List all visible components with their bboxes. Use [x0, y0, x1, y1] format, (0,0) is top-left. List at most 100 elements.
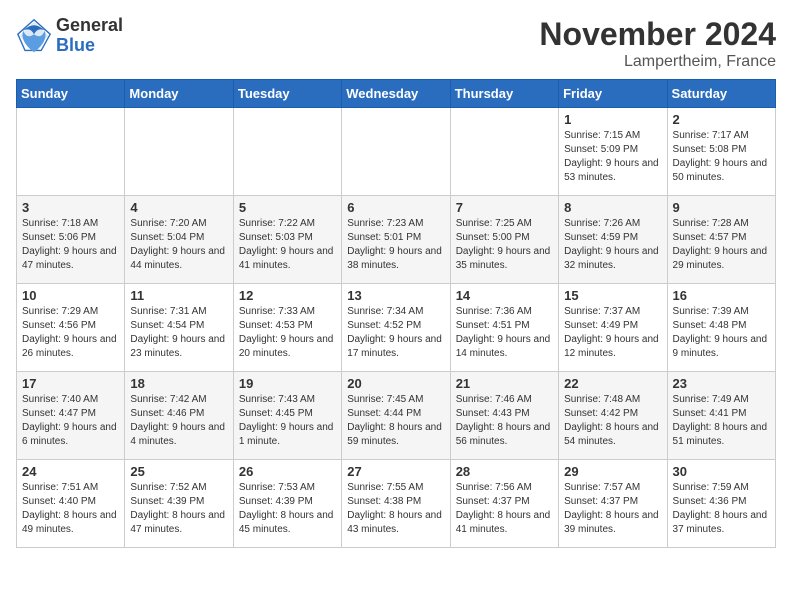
day-number: 27	[347, 464, 444, 479]
day-number: 5	[239, 200, 336, 215]
calendar-cell: 20 Sunrise: 7:45 AM Sunset: 4:44 PM Dayli…	[342, 372, 450, 460]
week-row-1: 1Sunrise: 7:15 AM Sunset: 5:09 PM Daylig…	[17, 108, 776, 196]
day-info: Sunrise: 7:49 AM Sunset: 4:41 PM Dayligh…	[673, 393, 770, 449]
day-number: 25	[130, 464, 227, 479]
calendar-cell: 4Sunrise: 7:20 AM Sunset: 5:04 PM Daylig…	[125, 196, 233, 284]
calendar-cell: 17 Sunrise: 7:40 AM Sunset: 4:47 PM Dayli…	[17, 372, 125, 460]
calendar-cell: 24Sunrise: 7:51 AM Sunset: 4:40 PM Dayli…	[17, 460, 125, 548]
calendar-cell: 11Sunrise: 7:31 AM Sunset: 4:54 PM Dayli…	[125, 284, 233, 372]
calendar-cell: 8Sunrise: 7:26 AM Sunset: 4:59 PM Daylig…	[559, 196, 667, 284]
day-info: Sunrise: 7:53 AM Sunset: 4:39 PM Dayligh…	[239, 481, 336, 537]
day-info: Sunrise: 7:37 AM Sunset: 4:49 PM Dayligh…	[564, 305, 661, 361]
day-number: 13	[347, 288, 444, 303]
logo-blue: Blue	[56, 36, 123, 56]
week-row-2: 3 Sunrise: 7:18 AM Sunset: 5:06 PM Daylig…	[17, 196, 776, 284]
title-block: November 2024 Lampertheim, France	[539, 16, 776, 71]
day-info: Sunrise: 7:56 AM Sunset: 4:37 PM Dayligh…	[456, 481, 553, 537]
day-number: 6	[347, 200, 444, 215]
weekday-header-monday: Monday	[125, 80, 233, 108]
calendar-cell: 9 Sunrise: 7:28 AM Sunset: 4:57 PM Daylig…	[667, 196, 775, 284]
day-info: Sunrise: 7:43 AM Sunset: 4:45 PM Dayligh…	[239, 393, 336, 449]
day-number: 30	[673, 464, 770, 479]
calendar-cell: 21 Sunrise: 7:46 AM Sunset: 4:43 PM Dayli…	[450, 372, 558, 460]
day-info: Sunrise: 7:15 AM Sunset: 5:09 PM Dayligh…	[564, 129, 661, 185]
calendar-cell: 5 Sunrise: 7:22 AM Sunset: 5:03 PM Daylig…	[233, 196, 341, 284]
month-title: November 2024	[539, 16, 776, 53]
calendar-body: 1Sunrise: 7:15 AM Sunset: 5:09 PM Daylig…	[17, 108, 776, 548]
calendar-table: SundayMondayTuesdayWednesdayThursdayFrid…	[16, 79, 776, 548]
weekday-header-tuesday: Tuesday	[233, 80, 341, 108]
calendar-cell: 23 Sunrise: 7:49 AM Sunset: 4:41 PM Dayli…	[667, 372, 775, 460]
day-number: 4	[130, 200, 227, 215]
calendar-cell: 15 Sunrise: 7:37 AM Sunset: 4:49 PM Dayli…	[559, 284, 667, 372]
calendar-cell: 1Sunrise: 7:15 AM Sunset: 5:09 PM Daylig…	[559, 108, 667, 196]
day-number: 26	[239, 464, 336, 479]
weekday-header-saturday: Saturday	[667, 80, 775, 108]
weekday-header-row: SundayMondayTuesdayWednesdayThursdayFrid…	[17, 80, 776, 108]
day-info: Sunrise: 7:28 AM Sunset: 4:57 PM Dayligh…	[673, 217, 770, 273]
day-number: 12	[239, 288, 336, 303]
calendar-cell	[342, 108, 450, 196]
day-number: 7	[456, 200, 553, 215]
calendar-cell: 19 Sunrise: 7:43 AM Sunset: 4:45 PM Dayli…	[233, 372, 341, 460]
calendar-cell: 29 Sunrise: 7:57 AM Sunset: 4:37 PM Dayli…	[559, 460, 667, 548]
day-info: Sunrise: 7:25 AM Sunset: 5:00 PM Dayligh…	[456, 217, 553, 273]
day-number: 17	[22, 376, 119, 391]
day-number: 20	[347, 376, 444, 391]
logo-icon	[16, 18, 52, 54]
page-header: General Blue November 2024 Lampertheim, …	[16, 16, 776, 71]
weekday-header-thursday: Thursday	[450, 80, 558, 108]
day-info: Sunrise: 7:51 AM Sunset: 4:40 PM Dayligh…	[22, 481, 119, 537]
day-info: Sunrise: 7:33 AM Sunset: 4:53 PM Dayligh…	[239, 305, 336, 361]
day-number: 23	[673, 376, 770, 391]
calendar-header: SundayMondayTuesdayWednesdayThursdayFrid…	[17, 80, 776, 108]
day-info: Sunrise: 7:52 AM Sunset: 4:39 PM Dayligh…	[130, 481, 227, 537]
day-info: Sunrise: 7:42 AM Sunset: 4:46 PM Dayligh…	[130, 393, 227, 449]
week-row-5: 24Sunrise: 7:51 AM Sunset: 4:40 PM Dayli…	[17, 460, 776, 548]
day-info: Sunrise: 7:22 AM Sunset: 5:03 PM Dayligh…	[239, 217, 336, 273]
calendar-cell: 28 Sunrise: 7:56 AM Sunset: 4:37 PM Dayli…	[450, 460, 558, 548]
day-info: Sunrise: 7:39 AM Sunset: 4:48 PM Dayligh…	[673, 305, 770, 361]
calendar-cell: 25 Sunrise: 7:52 AM Sunset: 4:39 PM Dayli…	[125, 460, 233, 548]
calendar-cell: 13 Sunrise: 7:34 AM Sunset: 4:52 PM Dayli…	[342, 284, 450, 372]
calendar-cell: 14 Sunrise: 7:36 AM Sunset: 4:51 PM Dayli…	[450, 284, 558, 372]
calendar-cell: 27Sunrise: 7:55 AM Sunset: 4:38 PM Dayli…	[342, 460, 450, 548]
week-row-4: 17 Sunrise: 7:40 AM Sunset: 4:47 PM Dayli…	[17, 372, 776, 460]
calendar-cell: 2Sunrise: 7:17 AM Sunset: 5:08 PM Daylig…	[667, 108, 775, 196]
day-info: Sunrise: 7:18 AM Sunset: 5:06 PM Dayligh…	[22, 217, 119, 273]
calendar-cell: 16 Sunrise: 7:39 AM Sunset: 4:48 PM Dayli…	[667, 284, 775, 372]
calendar-cell	[233, 108, 341, 196]
day-info: Sunrise: 7:40 AM Sunset: 4:47 PM Dayligh…	[22, 393, 119, 449]
day-info: Sunrise: 7:57 AM Sunset: 4:37 PM Dayligh…	[564, 481, 661, 537]
day-number: 19	[239, 376, 336, 391]
day-info: Sunrise: 7:36 AM Sunset: 4:51 PM Dayligh…	[456, 305, 553, 361]
calendar-cell: 30 Sunrise: 7:59 AM Sunset: 4:36 PM Dayli…	[667, 460, 775, 548]
day-info: Sunrise: 7:59 AM Sunset: 4:36 PM Dayligh…	[673, 481, 770, 537]
day-number: 18	[130, 376, 227, 391]
day-info: Sunrise: 7:45 AM Sunset: 4:44 PM Dayligh…	[347, 393, 444, 449]
day-number: 2	[673, 112, 770, 127]
day-number: 21	[456, 376, 553, 391]
location-subtitle: Lampertheim, France	[539, 53, 776, 71]
day-info: Sunrise: 7:23 AM Sunset: 5:01 PM Dayligh…	[347, 217, 444, 273]
calendar-cell: 18 Sunrise: 7:42 AM Sunset: 4:46 PM Dayli…	[125, 372, 233, 460]
day-number: 29	[564, 464, 661, 479]
day-number: 9	[673, 200, 770, 215]
day-info: Sunrise: 7:46 AM Sunset: 4:43 PM Dayligh…	[456, 393, 553, 449]
logo-text: General Blue	[56, 16, 123, 56]
weekday-header-sunday: Sunday	[17, 80, 125, 108]
calendar-cell: 3 Sunrise: 7:18 AM Sunset: 5:06 PM Daylig…	[17, 196, 125, 284]
logo-general: General	[56, 16, 123, 36]
calendar-cell	[17, 108, 125, 196]
day-number: 3	[22, 200, 119, 215]
weekday-header-wednesday: Wednesday	[342, 80, 450, 108]
day-number: 16	[673, 288, 770, 303]
day-number: 28	[456, 464, 553, 479]
calendar-cell: 26 Sunrise: 7:53 AM Sunset: 4:39 PM Dayli…	[233, 460, 341, 548]
weekday-header-friday: Friday	[559, 80, 667, 108]
day-info: Sunrise: 7:31 AM Sunset: 4:54 PM Dayligh…	[130, 305, 227, 361]
logo: General Blue	[16, 16, 123, 56]
day-info: Sunrise: 7:34 AM Sunset: 4:52 PM Dayligh…	[347, 305, 444, 361]
day-number: 14	[456, 288, 553, 303]
day-number: 15	[564, 288, 661, 303]
